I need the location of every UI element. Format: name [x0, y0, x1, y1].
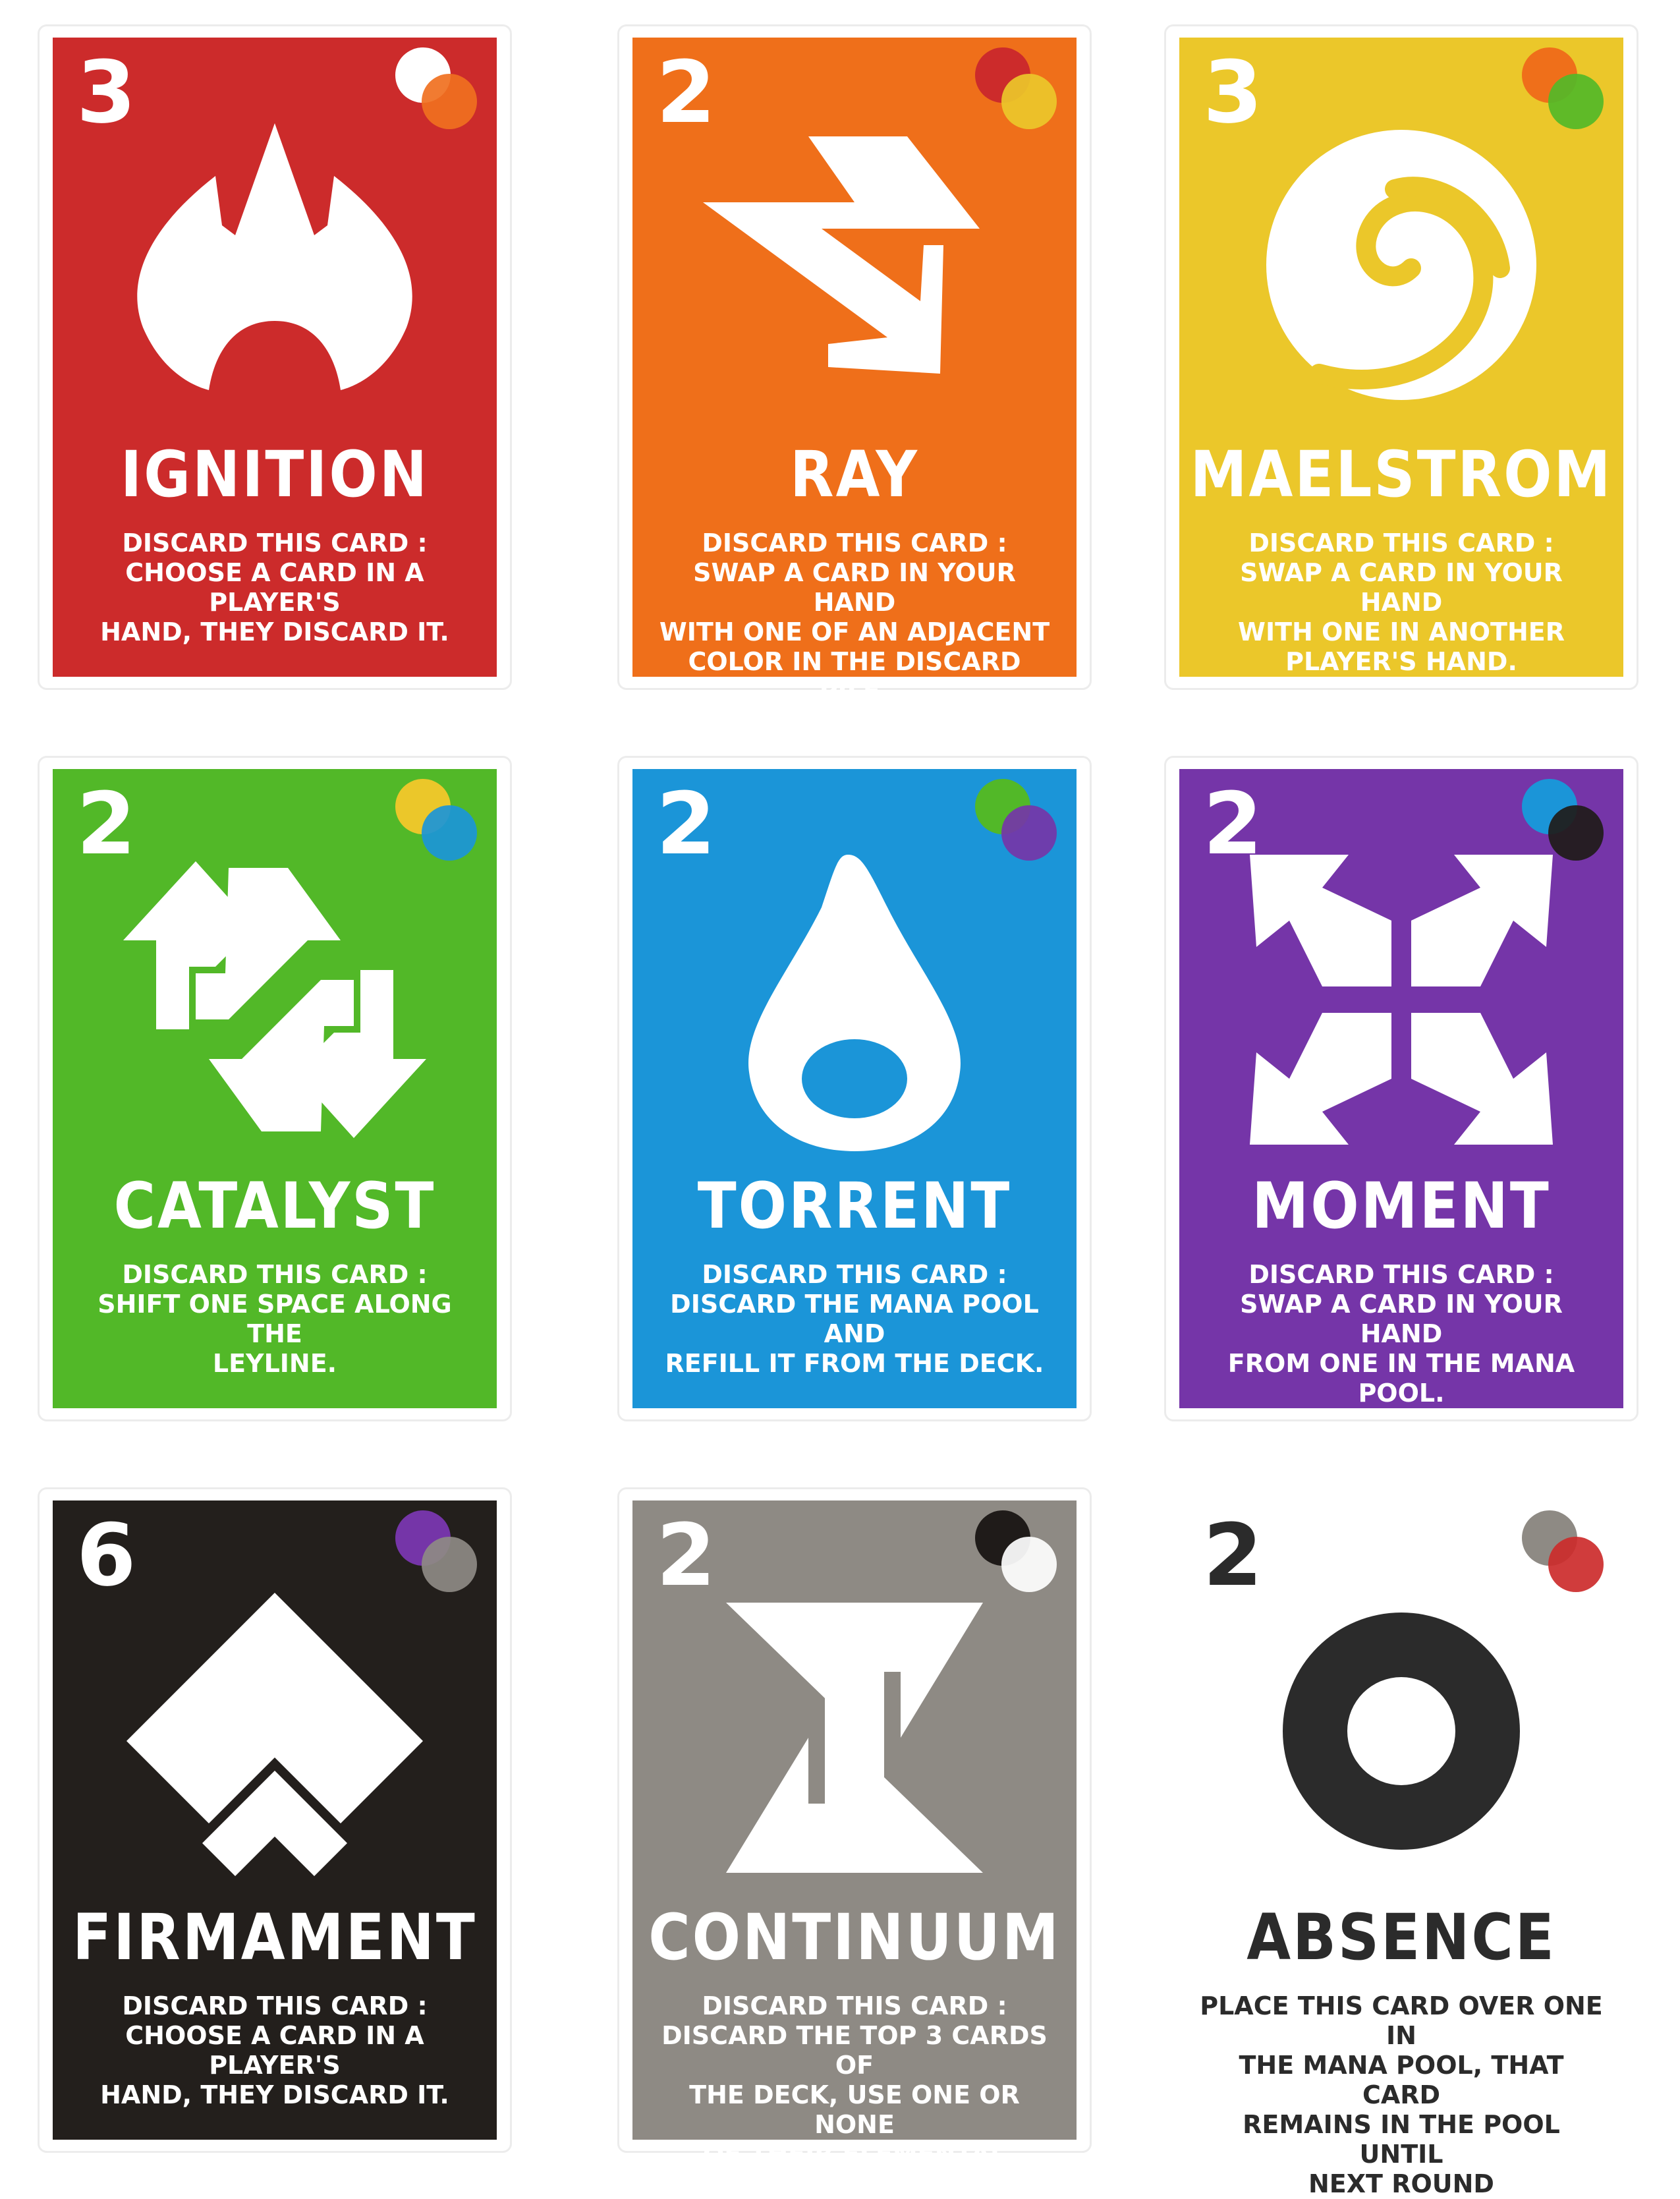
up-down-arrows-icon	[123, 861, 426, 1138]
card-frame-torrent[interactable]: 2 TORRENT DISCARD THIS CARD : DISCARD THE…	[617, 756, 1092, 1421]
card-ray[interactable]: 2 RAY DISCARD THIS CARD : SWAP A CARD IN …	[632, 38, 1077, 706]
card-description: DISCARD THIS CARD : CHOOSE A CARD IN A PL…	[100, 1991, 449, 2109]
card-frame-ray[interactable]: 2 RAY DISCARD THIS CARD : SWAP A CARD IN …	[617, 24, 1092, 706]
card-frame-catalyst[interactable]: 2 CATALYST DISCARD THIS CARD : SHIFT ONE …	[38, 756, 512, 1421]
card-title: FIRMAMENT	[72, 1900, 477, 1974]
hourglass-z-icon	[726, 1603, 983, 1873]
card-description: PLACE THIS CARD OVER ONE IN THE MANA POOL…	[1200, 1991, 1603, 2198]
card-description: DISCARD THIS CARD : SHIFT ONE SPACE ALONG…	[98, 1260, 452, 1378]
card-torrent[interactable]: 2 TORRENT DISCARD THIS CARD : DISCARD THE…	[632, 769, 1077, 1408]
lightning-arrow-icon	[703, 136, 980, 374]
card-title: ABSENCE	[1246, 1900, 1556, 1974]
card-absence[interactable]: 2 ABSENCE PLACE THIS CARD OVER ONE IN THE…	[1179, 1500, 1623, 2198]
flame-icon	[137, 123, 412, 390]
card-ignition[interactable]: 3 IGNITION DISCARD THIS CARD : CHOOSE A C…	[53, 38, 497, 677]
card-frame-moment[interactable]: 2 MOMENT DISCARD THIS CARD : SWAP A CARD …	[1164, 756, 1638, 1421]
card-description: DISCARD THIS CARD : CHOOSE A CARD IN A PL…	[100, 528, 449, 646]
card-title: CONTINUUM	[648, 1900, 1061, 1974]
card-title: CATALYST	[113, 1169, 436, 1243]
card-description: DISCARD THIS CARD : DISCARD THE MANA POOL…	[665, 1260, 1044, 1378]
spiral-icon	[1266, 130, 1536, 400]
card-title: MAELSTROM	[1190, 438, 1613, 511]
card-continuum[interactable]: 2 CONTINUUM DISCARD THIS CARD : DISCARD T…	[632, 1500, 1077, 2198]
card-moment[interactable]: 2 MOMENT DISCARD THIS CARD : SWAP A CARD …	[1179, 769, 1623, 1408]
card-title: RAY	[790, 438, 919, 511]
card-firmament[interactable]: 6 FIRMAMENT DISCARD THIS CARD : CHOOSE A …	[53, 1500, 497, 2140]
card-title: IGNITION	[120, 438, 430, 511]
card-title: TORRENT	[697, 1169, 1012, 1243]
card-description: DISCARD THIS CARD : SWAP A CARD IN YOUR H…	[1238, 528, 1565, 676]
card-frame-ignition[interactable]: 3 IGNITION DISCARD THIS CARD : CHOOSE A C…	[38, 24, 512, 690]
droplet-icon	[748, 855, 961, 1151]
card-frame-firmament[interactable]: 6 FIRMAMENT DISCARD THIS CARD : CHOOSE A …	[38, 1487, 512, 2153]
card-description: DISCARD THIS CARD : DISCARD THE TOP 3 CAR…	[661, 1991, 1048, 2198]
chevrons-up-icon	[126, 1593, 423, 1876]
card-frame-absence[interactable]: 2 ABSENCE PLACE THIS CARD OVER ONE IN THE…	[1164, 1487, 1638, 2198]
four-arrows-icon	[1250, 855, 1553, 1145]
card-catalyst[interactable]: 2 CATALYST DISCARD THIS CARD : SHIFT ONE …	[53, 769, 497, 1408]
card-title: MOMENT	[1252, 1169, 1551, 1243]
card-description: DISCARD THIS CARD : SWAP A CARD IN YOUR H…	[1227, 1260, 1575, 1408]
card-maelstrom[interactable]: 3 MAELSTROM DISCARD THIS CARD : SWAP A CA…	[1179, 38, 1623, 677]
card-frame-maelstrom[interactable]: 3 MAELSTROM DISCARD THIS CARD : SWAP A CA…	[1164, 24, 1638, 690]
card-description: DISCARD THIS CARD : SWAP A CARD IN YOUR H…	[659, 528, 1050, 706]
card-frame-continuum[interactable]: 2 CONTINUUM DISCARD THIS CARD : DISCARD T…	[617, 1487, 1092, 2198]
ring-icon	[1283, 1613, 1520, 1850]
